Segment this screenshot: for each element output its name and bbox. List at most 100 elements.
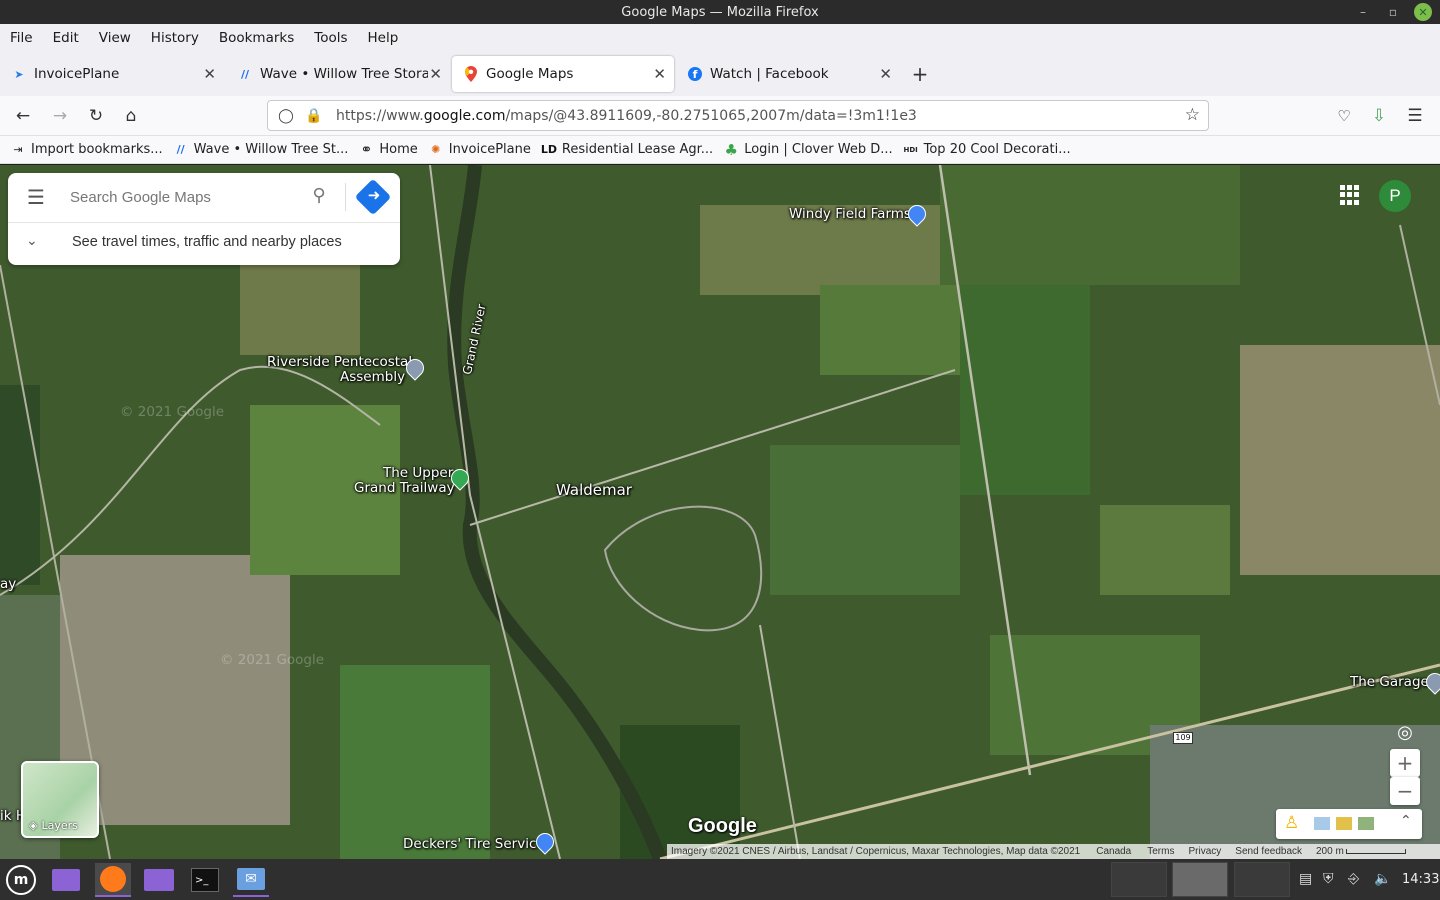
menu-view[interactable]: View bbox=[89, 30, 141, 46]
forward-button[interactable]: → bbox=[48, 104, 72, 128]
tab-google-maps[interactable]: Google Maps ✕ bbox=[452, 56, 674, 92]
travel-times-button[interactable]: See travel times, traffic and nearby pla… bbox=[72, 234, 342, 250]
tab-facebook[interactable]: f Watch | Facebook ✕ bbox=[676, 56, 900, 92]
bookmark-wave[interactable]: // Wave • Willow Tree St... bbox=[173, 142, 349, 158]
place-label-deckers-tire[interactable]: Deckers' Tire Service bbox=[403, 837, 545, 852]
folder-icon[interactable] bbox=[141, 863, 177, 897]
place-label-windy-field-farms[interactable]: Windy Field Farms bbox=[789, 207, 911, 222]
workspace-1[interactable] bbox=[1111, 862, 1167, 897]
mint-menu-icon[interactable]: m bbox=[3, 863, 39, 897]
maximize-button[interactable]: ▫ bbox=[1384, 2, 1402, 22]
hamburger-menu-icon[interactable]: ☰ bbox=[24, 187, 48, 207]
my-location-icon[interactable]: ◎ bbox=[1390, 717, 1420, 747]
clipboard-icon[interactable]: ▤ bbox=[1299, 871, 1312, 887]
bookmark-import[interactable]: ⇥ Import bookmarks... bbox=[10, 142, 162, 158]
search-panel: ☰ ⚲ ➜ ⌄ See travel times, traffic and ne… bbox=[8, 173, 400, 265]
downloads-icon[interactable]: ⇩ bbox=[1367, 104, 1391, 128]
tab-wave[interactable]: // Wave • Willow Tree Storage ✕ bbox=[226, 56, 450, 92]
close-window-button[interactable]: ✕ bbox=[1414, 3, 1432, 21]
bookmark-invoiceplane[interactable]: ✺ InvoicePlane bbox=[428, 142, 531, 158]
divider bbox=[345, 183, 346, 211]
hdi-icon: HDI bbox=[903, 145, 918, 154]
wave-icon: // bbox=[176, 143, 185, 156]
globe-icon: ⚭ bbox=[360, 141, 373, 158]
clock[interactable]: 14:33 bbox=[1402, 872, 1439, 887]
close-tab-icon[interactable]: ✕ bbox=[429, 65, 442, 83]
layers-label: Layers bbox=[41, 819, 78, 832]
scale-label[interactable]: 200 m bbox=[1316, 846, 1344, 857]
search-icon[interactable]: ⚲ bbox=[308, 185, 330, 207]
directions-icon[interactable]: ➜ bbox=[365, 186, 383, 204]
files-icon[interactable] bbox=[48, 863, 84, 897]
account-avatar[interactable]: P bbox=[1379, 180, 1411, 212]
url-bar[interactable]: ◯ 🔒 https://www.google.com/maps/@43.8911… bbox=[267, 100, 1209, 131]
app-menu-icon[interactable]: ☰ bbox=[1403, 104, 1427, 128]
google-logo: Google bbox=[688, 815, 757, 837]
menu-tools[interactable]: Tools bbox=[304, 30, 357, 46]
menu-help[interactable]: Help bbox=[358, 30, 409, 46]
invoiceplane-icon: ✺ bbox=[431, 143, 441, 156]
firefox-icon[interactable] bbox=[95, 863, 131, 897]
map-canvas[interactable]: © 2021 Google © 2021 Google Windy Field … bbox=[0, 165, 1440, 859]
shield-icon[interactable]: ⛨ bbox=[1323, 871, 1334, 887]
google-maps-icon bbox=[464, 66, 478, 82]
menu-history[interactable]: History bbox=[141, 30, 209, 46]
ld-icon: LD bbox=[540, 143, 557, 156]
search-input[interactable] bbox=[70, 185, 300, 209]
bookmark-star-icon[interactable]: ☆ bbox=[1185, 105, 1200, 125]
menu-edit[interactable]: Edit bbox=[43, 30, 89, 46]
layers-button[interactable]: ◈ Layers bbox=[21, 761, 99, 838]
privacy-link[interactable]: Privacy bbox=[1188, 846, 1221, 857]
satellite-imagery bbox=[0, 165, 1440, 859]
back-button[interactable]: ← bbox=[11, 104, 35, 128]
chevron-down-icon[interactable]: ⌄ bbox=[26, 233, 38, 249]
place-label-riverside-pentecostal[interactable]: Riverside Pentecostal bbox=[267, 355, 412, 370]
network-icon[interactable]: ⎆ bbox=[1348, 871, 1359, 887]
home-button[interactable]: ⌂ bbox=[119, 104, 143, 128]
url-scheme: https://www. bbox=[336, 107, 424, 124]
bookmark-home[interactable]: ⚭ Home bbox=[358, 142, 417, 158]
tab-invoiceplane[interactable]: ➤ InvoicePlane ✕ bbox=[0, 56, 224, 92]
terminal-icon[interactable]: >_ bbox=[187, 863, 223, 897]
window-title: Google Maps — Mozilla Firefox bbox=[621, 4, 819, 20]
workspace-3[interactable] bbox=[1234, 862, 1290, 897]
lock-icon[interactable]: 🔒 bbox=[304, 108, 324, 124]
google-apps-icon[interactable] bbox=[1340, 185, 1360, 205]
street-view-bar: ♙ ⌃ bbox=[1276, 809, 1422, 839]
mail-icon[interactable]: ✉ bbox=[233, 863, 269, 897]
pegman-icon[interactable]: ♙ bbox=[1284, 813, 1299, 833]
place-label-upper-grand[interactable]: The Upper bbox=[383, 466, 453, 481]
bookmark-lease[interactable]: LD Residential Lease Agr... bbox=[541, 142, 713, 158]
new-tab-button[interactable]: + bbox=[908, 62, 932, 86]
reload-button[interactable]: ↻ bbox=[84, 104, 108, 128]
imagery-thumb-icon[interactable] bbox=[1336, 817, 1352, 830]
town-label-waldemar[interactable]: Waldemar bbox=[556, 483, 632, 498]
place-label-trailway[interactable]: Grand Trailway bbox=[354, 481, 455, 496]
menu-bookmarks[interactable]: Bookmarks bbox=[209, 30, 304, 46]
imagery-thumb-icon[interactable] bbox=[1358, 817, 1374, 830]
wave-icon: // bbox=[240, 67, 250, 81]
bookmark-label: InvoicePlane bbox=[448, 142, 531, 157]
close-tab-icon[interactable]: ✕ bbox=[653, 65, 666, 83]
tracking-shield-icon[interactable]: ◯ bbox=[276, 108, 296, 124]
zoom-out-button[interactable]: − bbox=[1390, 777, 1420, 805]
country-link[interactable]: Canada bbox=[1096, 846, 1131, 857]
close-tab-icon[interactable]: ✕ bbox=[203, 65, 216, 83]
imagery-thumb-icon[interactable] bbox=[1314, 817, 1330, 830]
bookmark-hdi[interactable]: HDI Top 20 Cool Decorati... bbox=[903, 142, 1070, 158]
minimize-button[interactable]: – bbox=[1354, 2, 1372, 22]
volume-icon[interactable]: 🔈 bbox=[1374, 871, 1391, 887]
menu-file[interactable]: File bbox=[0, 30, 43, 46]
bookmark-label: Login | Clover Web D... bbox=[744, 142, 893, 157]
zoom-in-button[interactable]: + bbox=[1390, 749, 1420, 777]
pocket-icon[interactable]: ♡ bbox=[1332, 104, 1356, 128]
workspace-2[interactable] bbox=[1172, 862, 1228, 897]
send-feedback-link[interactable]: Send feedback bbox=[1235, 846, 1302, 857]
place-label-assembly[interactable]: Assembly bbox=[340, 370, 405, 385]
terms-link[interactable]: Terms bbox=[1147, 846, 1174, 857]
place-label-the-garage[interactable]: The Garage bbox=[1350, 675, 1429, 690]
close-tab-icon[interactable]: ✕ bbox=[879, 65, 892, 83]
expand-up-icon[interactable]: ⌃ bbox=[1400, 813, 1412, 829]
route-shield-109: 109 bbox=[1173, 732, 1193, 744]
bookmark-clover[interactable]: ♣ Login | Clover Web D... bbox=[723, 141, 893, 159]
